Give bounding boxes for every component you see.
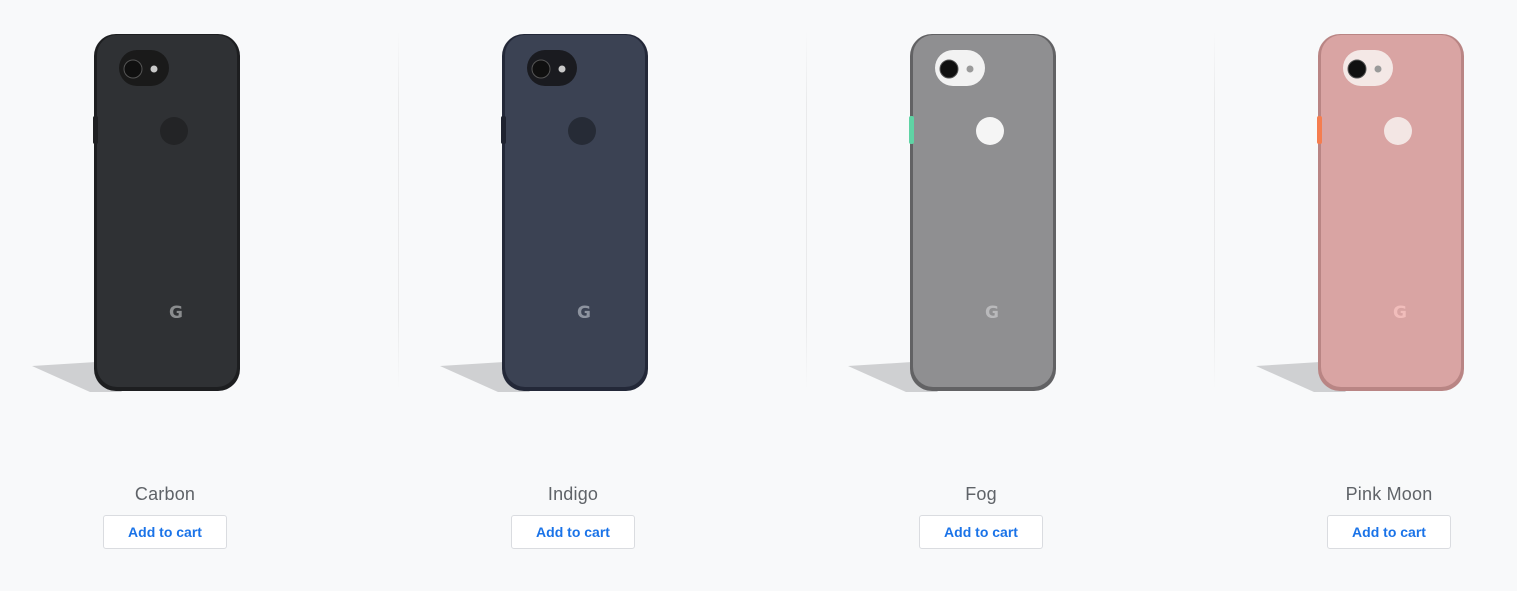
product-name: Fog: [965, 484, 997, 504]
camera-lens: [531, 59, 551, 79]
case-face: [505, 35, 645, 387]
product-name: Pink Moon: [1345, 484, 1433, 504]
camera-flash: [150, 65, 158, 73]
camera-lens: [123, 59, 143, 79]
fingerprint-sensor: [160, 117, 188, 145]
product-name: Indigo: [547, 484, 599, 504]
g-logo-icon: G: [1393, 303, 1407, 323]
divider: [1214, 30, 1215, 390]
add-to-cart-button[interactable]: Add to cart: [919, 515, 1043, 549]
product-card-carbon: G Carbon Add to cart: [0, 0, 330, 591]
fingerprint-sensor: [976, 117, 1004, 145]
phone-case-image[interactable]: G: [846, 30, 1066, 400]
camera-flash: [966, 65, 974, 73]
case-face: [1321, 35, 1461, 387]
product-card-pink-moon: G Pink Moon Add to cart: [1224, 0, 1517, 591]
case-side-button: [909, 116, 914, 144]
case-side-button: [501, 116, 506, 144]
product-name: Carbon: [134, 484, 196, 504]
camera-flash: [558, 65, 566, 73]
divider: [806, 30, 807, 390]
add-to-cart-button[interactable]: Add to cart: [511, 515, 635, 549]
phone-case-image[interactable]: G: [438, 30, 658, 400]
add-to-cart-button[interactable]: Add to cart: [1327, 515, 1451, 549]
fingerprint-sensor: [1384, 117, 1412, 145]
divider: [398, 30, 399, 390]
product-card-fog: G Fog Add to cart: [816, 0, 1146, 591]
case-side-button: [1317, 116, 1322, 144]
phone-case-image[interactable]: G: [1254, 30, 1474, 400]
g-logo-icon: G: [985, 303, 999, 323]
camera-lens: [939, 59, 959, 79]
camera-flash: [1374, 65, 1382, 73]
fingerprint-sensor: [568, 117, 596, 145]
add-to-cart-button[interactable]: Add to cart: [103, 515, 227, 549]
product-card-indigo: G Indigo Add to cart: [408, 0, 738, 591]
case-face: [97, 35, 237, 387]
g-logo-icon: G: [577, 303, 591, 323]
phone-case-image[interactable]: G: [30, 30, 250, 400]
g-logo-icon: G: [169, 303, 183, 323]
camera-lens: [1347, 59, 1367, 79]
case-side-button: [93, 116, 98, 144]
case-face: [913, 35, 1053, 387]
